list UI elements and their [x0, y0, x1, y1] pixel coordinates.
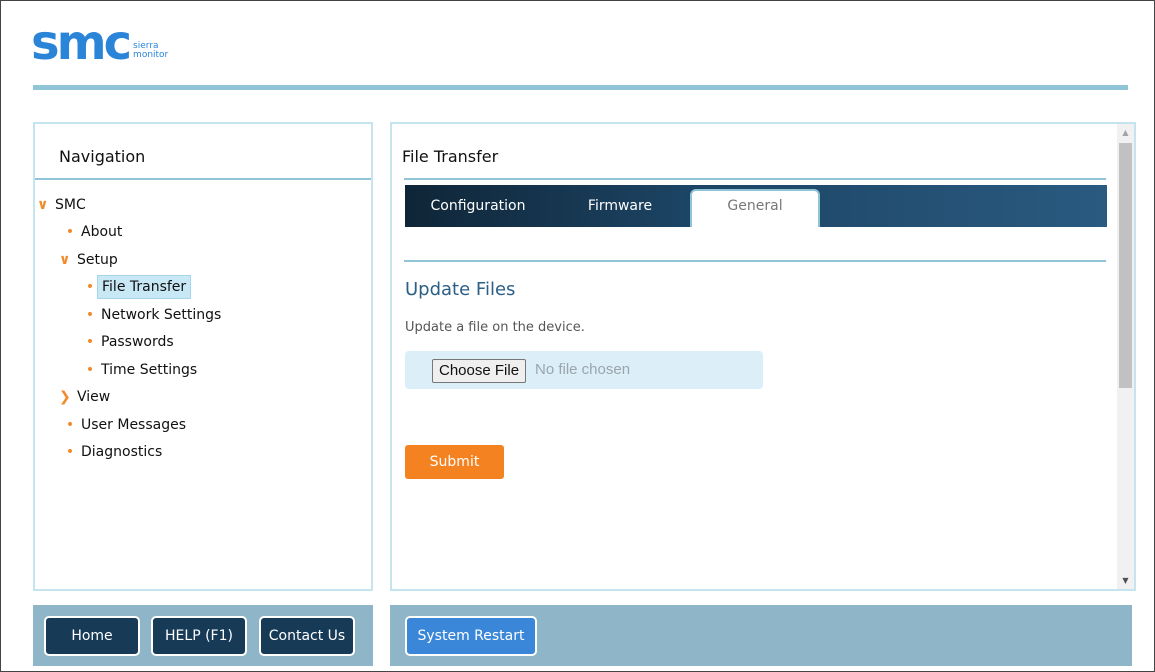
smc-logo: smc sierra monitor: [31, 15, 169, 71]
footer-nav-bar: Home HELP (F1) Contact Us: [33, 605, 373, 666]
main-panel: File Transfer Configuration Firmware Gen…: [390, 122, 1136, 591]
scroll-thumb[interactable]: [1119, 143, 1132, 388]
scroll-down-arrow-icon[interactable]: ▼: [1117, 572, 1134, 589]
tab-general[interactable]: General: [690, 189, 820, 227]
file-input-group: Choose File No file chosen: [405, 351, 763, 389]
bullet-icon: •: [65, 444, 75, 460]
navigation-divider: [35, 178, 371, 180]
tab-firmware[interactable]: Firmware: [565, 185, 675, 227]
bullet-icon: •: [65, 417, 75, 433]
bullet-icon: •: [85, 334, 95, 350]
nav-item-label[interactable]: SMC: [51, 194, 90, 216]
footer-action-bar: System Restart: [390, 605, 1132, 666]
file-status-text: No file chosen: [535, 361, 631, 378]
help-button[interactable]: HELP (F1): [151, 616, 247, 656]
bullet-icon: •: [85, 307, 95, 323]
nav-item-diagnostics[interactable]: • Diagnostics: [63, 441, 166, 463]
nav-item-user-messages[interactable]: • User Messages: [63, 414, 190, 436]
bullet-icon: •: [85, 362, 95, 378]
section-title: Update Files: [405, 279, 516, 300]
nav-item-smc[interactable]: ∨ SMC: [37, 194, 90, 216]
section-divider: [404, 260, 1106, 262]
tab-bar: Configuration Firmware General: [405, 185, 1107, 227]
nav-item-label[interactable]: Time Settings: [97, 359, 201, 381]
nav-item-label[interactable]: User Messages: [77, 414, 190, 436]
title-divider: [404, 178, 1106, 180]
page-title: File Transfer: [402, 147, 499, 166]
navigation-title: Navigation: [59, 147, 146, 166]
chevron-down-icon[interactable]: ∨: [37, 194, 51, 216]
vertical-scrollbar[interactable]: ▲ ▼: [1117, 124, 1134, 589]
header-divider: [33, 85, 1128, 90]
nav-item-passwords[interactable]: • Passwords: [83, 331, 178, 353]
section-description: Update a file on the device.: [405, 320, 585, 335]
nav-item-label[interactable]: File Transfer: [97, 275, 192, 299]
home-button[interactable]: Home: [44, 616, 140, 656]
nav-item-label[interactable]: Network Settings: [97, 304, 225, 326]
nav-item-label[interactable]: Setup: [73, 249, 122, 271]
nav-item-network-settings[interactable]: • Network Settings: [83, 304, 225, 326]
submit-button[interactable]: Submit: [405, 445, 504, 479]
logo-subtitle: sierra monitor: [133, 41, 169, 60]
system-restart-button[interactable]: System Restart: [405, 616, 537, 656]
chevron-right-icon[interactable]: ❯: [59, 386, 73, 408]
nav-item-label[interactable]: Passwords: [97, 331, 178, 353]
nav-item-about[interactable]: • About: [63, 221, 126, 243]
nav-item-label[interactable]: About: [77, 221, 126, 243]
navigation-panel: Navigation ∨ SMC • About ∨ Setup • File …: [33, 122, 373, 591]
nav-item-time-settings[interactable]: • Time Settings: [83, 359, 201, 381]
contact-us-button[interactable]: Contact Us: [259, 616, 355, 656]
nav-item-setup[interactable]: ∨ Setup: [59, 249, 122, 271]
bullet-icon: •: [85, 279, 95, 295]
nav-item-label[interactable]: Diagnostics: [77, 441, 166, 463]
nav-item-view[interactable]: ❯ View: [59, 386, 114, 408]
nav-item-file-transfer[interactable]: • File Transfer: [83, 275, 192, 299]
chevron-down-icon[interactable]: ∨: [59, 249, 73, 271]
nav-item-label[interactable]: View: [73, 386, 114, 408]
logo-brand: smc: [31, 15, 132, 71]
scroll-up-arrow-icon[interactable]: ▲: [1117, 124, 1134, 141]
choose-file-button[interactable]: Choose File: [432, 359, 527, 383]
bullet-icon: •: [65, 224, 75, 240]
tab-configuration[interactable]: Configuration: [413, 185, 543, 227]
